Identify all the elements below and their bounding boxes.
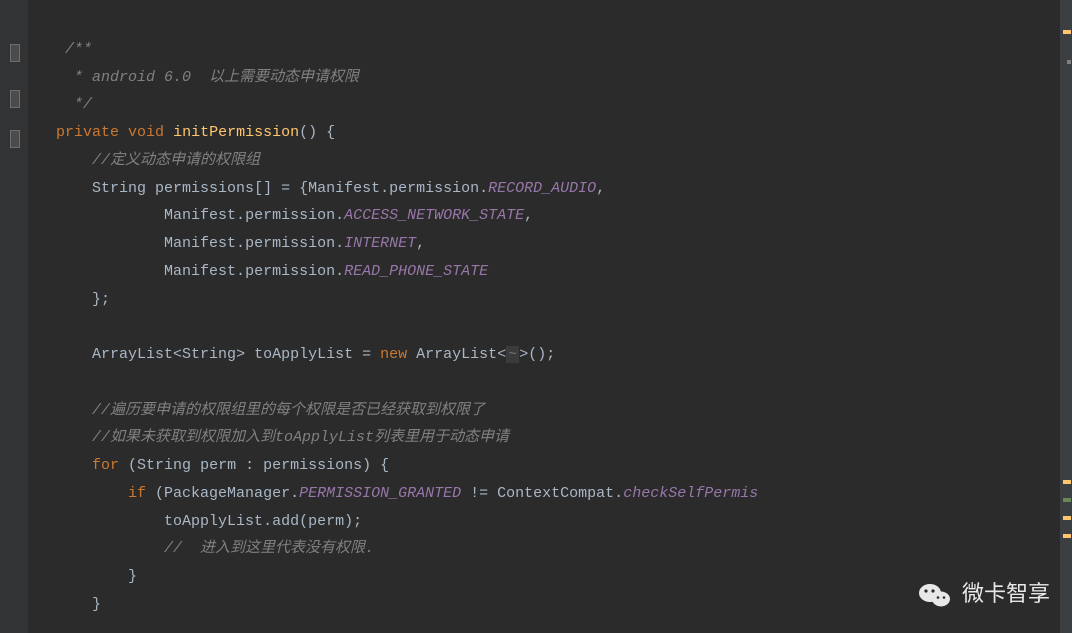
const-internet: INTERNET <box>344 235 416 252</box>
code-line <box>38 374 47 391</box>
code-line: // 进入到这里代表没有权限. <box>38 540 374 557</box>
keyword-if: if <box>128 485 146 502</box>
const-record-audio: RECORD_AUDIO <box>488 180 596 197</box>
diamond-hint: ~ <box>506 346 519 363</box>
code-line: }; <box>38 291 110 308</box>
code-line: //遍历要申请的权限组里的每个权限是否已经获取到权限了 <box>38 402 485 419</box>
keyword-new: new <box>380 346 407 363</box>
fold-marker[interactable] <box>10 130 20 148</box>
code-line: */ <box>38 96 92 113</box>
const-read-phone: READ_PHONE_STATE <box>344 263 488 280</box>
method-name: initPermission <box>173 124 299 141</box>
keyword-private: private <box>56 124 119 141</box>
code-line: /** <box>38 41 92 58</box>
fold-marker[interactable] <box>10 90 20 108</box>
doc-comment: /** <box>65 41 92 58</box>
code-line: } <box>38 568 137 585</box>
code-line: //定义动态申请的权限组 <box>38 152 260 169</box>
code-line: ArrayList<String> toApplyList = new Arra… <box>38 346 555 363</box>
code-line: private void initPermission() { <box>38 124 335 141</box>
line-comment: //定义动态申请的权限组 <box>92 152 260 169</box>
fold-marker[interactable] <box>10 44 20 62</box>
code-line: for (String perm : permissions) { <box>38 457 389 474</box>
code-line: * android 6.0 以上需要动态申请权限 <box>38 69 359 86</box>
code-line <box>38 318 47 335</box>
type-arraylist: ArrayList <box>92 346 173 363</box>
code-line: String permissions[] = {Manifest.permiss… <box>38 180 605 197</box>
marker-stripe <box>1060 0 1072 633</box>
type-string: String <box>92 180 146 197</box>
const-network-state: ACCESS_NETWORK_STATE <box>344 207 524 224</box>
code-line: } <box>38 596 101 613</box>
method-check-self: checkSelfPermis <box>623 485 758 502</box>
line-comment: //遍历要申请的权限组里的每个权限是否已经获取到权限了 <box>92 402 485 419</box>
wechat-icon <box>918 581 952 609</box>
keyword-void: void <box>128 124 164 141</box>
editor-gutter <box>0 0 28 633</box>
code-line: toApplyList.add(perm); <box>38 513 362 530</box>
doc-comment: * android 6.0 以上需要动态申请权限 <box>65 69 359 86</box>
keyword-for: for <box>92 457 119 474</box>
code-line: //如果未获取到权限加入到toApplyList列表里用于动态申请 <box>38 429 509 446</box>
code-line: Manifest.permission.ACCESS_NETWORK_STATE… <box>38 207 533 224</box>
const-permission-granted: PERMISSION_GRANTED <box>299 485 461 502</box>
code-editor[interactable]: /** * android 6.0 以上需要动态申请权限 */ private … <box>28 0 1060 619</box>
code-line: if (PackageManager.PERMISSION_GRANTED !=… <box>38 485 758 502</box>
doc-comment: */ <box>65 96 92 113</box>
watermark-text: 微卡智享 <box>962 574 1050 615</box>
line-comment: // 进入到这里代表没有权限. <box>164 540 374 557</box>
code-line: Manifest.permission.INTERNET, <box>38 235 425 252</box>
line-comment: //如果未获取到权限加入到toApplyList列表里用于动态申请 <box>92 429 509 446</box>
watermark: 微卡智享 <box>918 574 1050 615</box>
code-line: Manifest.permission.READ_PHONE_STATE <box>38 263 488 280</box>
